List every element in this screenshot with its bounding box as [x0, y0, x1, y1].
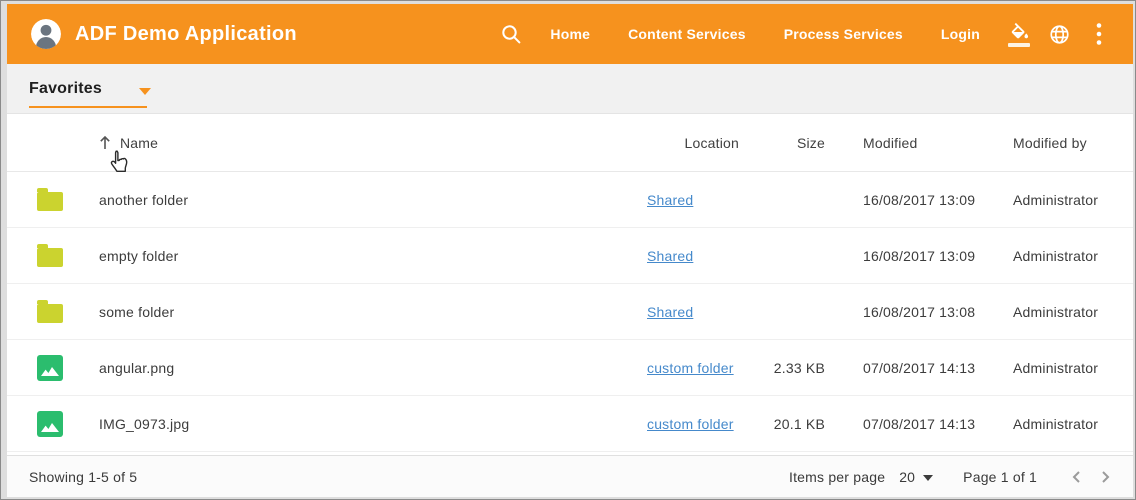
more-vert-icon: [1096, 22, 1102, 46]
file-size: 20.1 KB: [747, 416, 825, 432]
nav-home[interactable]: Home: [531, 16, 609, 52]
location-link[interactable]: Shared: [647, 304, 693, 320]
modified-by: Administrator: [1013, 192, 1109, 208]
items-per-page-label: Items per page: [789, 469, 885, 485]
modified-date: 07/08/2017 14:13: [863, 360, 1013, 376]
view-tabbar: Favorites: [7, 64, 1133, 114]
file-type-cell: [37, 188, 99, 211]
favorites-tab-label: Favorites: [29, 80, 102, 98]
location-cell: custom folder: [647, 416, 747, 432]
file-type-cell: [37, 300, 99, 323]
theme-picker-button[interactable]: [999, 14, 1039, 54]
main-nav: Home Content Services Process Services L…: [531, 16, 999, 52]
column-header-location[interactable]: Location: [647, 135, 747, 151]
table-header-row: Name Location Size Modified Modified by: [7, 114, 1133, 172]
file-name[interactable]: empty folder: [99, 248, 647, 264]
location-link[interactable]: Shared: [647, 248, 693, 264]
paint-bucket-icon: [1008, 22, 1030, 42]
modified-by: Administrator: [1013, 248, 1109, 264]
modified-date: 16/08/2017 13:08: [863, 304, 1013, 320]
table-row[interactable]: IMG_0973.jpg custom folder 20.1 KB 07/08…: [7, 396, 1133, 452]
showing-range-label: Showing 1-5 of 5: [29, 469, 137, 485]
nav-content-services[interactable]: Content Services: [609, 16, 765, 52]
items-per-page-select[interactable]: Items per page 20: [789, 469, 933, 485]
search-button[interactable]: [491, 14, 531, 54]
folder-icon: [37, 192, 63, 211]
location-cell: Shared: [647, 248, 747, 264]
column-header-name[interactable]: Name: [99, 135, 647, 151]
adf-app: ADF Demo Application Home Content Servic…: [7, 4, 1133, 497]
modified-by: Administrator: [1013, 360, 1109, 376]
search-icon: [500, 23, 522, 45]
table-row[interactable]: empty folder Shared 16/08/2017 13:09 Adm…: [7, 228, 1133, 284]
modified-by: Administrator: [1013, 304, 1109, 320]
column-header-modified[interactable]: Modified: [863, 135, 1013, 151]
location-cell: custom folder: [647, 360, 747, 376]
table-body: another folder Shared 16/08/2017 13:09 A…: [7, 172, 1133, 452]
file-name[interactable]: another folder: [99, 192, 647, 208]
theme-color-bar: [1008, 43, 1030, 47]
modified-by: Administrator: [1013, 416, 1109, 432]
file-name[interactable]: some folder: [99, 304, 647, 320]
image-icon: [37, 411, 63, 437]
nav-login[interactable]: Login: [922, 16, 999, 52]
table-row[interactable]: another folder Shared 16/08/2017 13:09 A…: [7, 172, 1133, 228]
location-cell: Shared: [647, 192, 747, 208]
location-link[interactable]: custom folder: [647, 416, 734, 432]
table-row[interactable]: angular.png custom folder 2.33 KB 07/08/…: [7, 340, 1133, 396]
file-type-cell: [37, 244, 99, 267]
column-header-size[interactable]: Size: [747, 135, 825, 151]
pagination-bar: Showing 1-5 of 5 Items per page 20 Page …: [7, 455, 1133, 497]
favorites-tab[interactable]: Favorites: [29, 64, 147, 114]
file-name[interactable]: IMG_0973.jpg: [99, 416, 647, 432]
file-type-cell: [37, 411, 99, 437]
language-button[interactable]: [1039, 14, 1079, 54]
window-frame: ADF Demo Application Home Content Servic…: [0, 0, 1136, 500]
column-header-name-label: Name: [120, 135, 158, 151]
column-header-modified-by[interactable]: Modified by: [1013, 135, 1109, 151]
file-size: 2.33 KB: [747, 360, 825, 376]
modified-date: 16/08/2017 13:09: [863, 192, 1013, 208]
location-link[interactable]: custom folder: [647, 360, 734, 376]
modified-date: 16/08/2017 13:09: [863, 248, 1013, 264]
folder-icon: [37, 248, 63, 267]
image-icon: [37, 355, 63, 381]
document-list: Name Location Size Modified Modified by …: [7, 114, 1133, 455]
person-icon: [31, 19, 61, 49]
file-name[interactable]: angular.png: [99, 360, 647, 376]
file-type-cell: [37, 355, 99, 381]
location-cell: Shared: [647, 304, 747, 320]
chevron-left-icon: [1069, 469, 1085, 485]
globe-icon: [1048, 23, 1071, 46]
more-options-button[interactable]: [1079, 14, 1119, 54]
sort-ascending-icon: [99, 135, 111, 150]
nav-process-services[interactable]: Process Services: [765, 16, 922, 52]
table-row[interactable]: some folder Shared 16/08/2017 13:08 Admi…: [7, 284, 1133, 340]
items-per-page-value: 20: [899, 469, 915, 485]
previous-page-button[interactable]: [1063, 463, 1091, 491]
tab-dropdown-caret[interactable]: [139, 88, 151, 95]
app-header: ADF Demo Application Home Content Servic…: [7, 4, 1133, 64]
items-per-page-caret-icon: [923, 475, 933, 481]
modified-date: 07/08/2017 14:13: [863, 416, 1013, 432]
next-page-button[interactable]: [1091, 463, 1119, 491]
page-range-label: Page 1 of 1: [963, 469, 1037, 485]
folder-icon: [37, 304, 63, 323]
app-title: ADF Demo Application: [75, 23, 297, 46]
chevron-right-icon: [1097, 469, 1113, 485]
user-avatar: [31, 19, 61, 49]
location-link[interactable]: Shared: [647, 192, 693, 208]
